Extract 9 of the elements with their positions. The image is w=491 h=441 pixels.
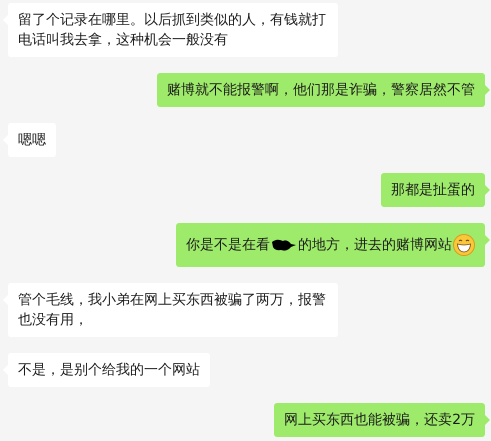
message-text: 不是，是别个给我的一个网站 xyxy=(18,362,200,378)
message-text: 赌博就不能报警啊，他们那是诈骗，警察居然不管 xyxy=(167,82,475,98)
message-text: 那都是扯蛋的 xyxy=(391,182,475,198)
message-text: 你是不是在看 xyxy=(186,236,270,255)
message-text: 管个毛线，我小弟在网上买东西被骗了两万，报警也没有用， xyxy=(18,292,326,328)
message-text: 嗯嗯 xyxy=(18,132,46,148)
message-text: 的地方，进去的赌博网站 xyxy=(298,236,452,255)
message-text: 留了个记录在哪里。以后抓到类似的人，有钱就打电话叫我去拿，这种机会一般没有 xyxy=(18,12,326,48)
message-text: 网上买东西也能被骗，还卖2万 xyxy=(284,412,475,428)
